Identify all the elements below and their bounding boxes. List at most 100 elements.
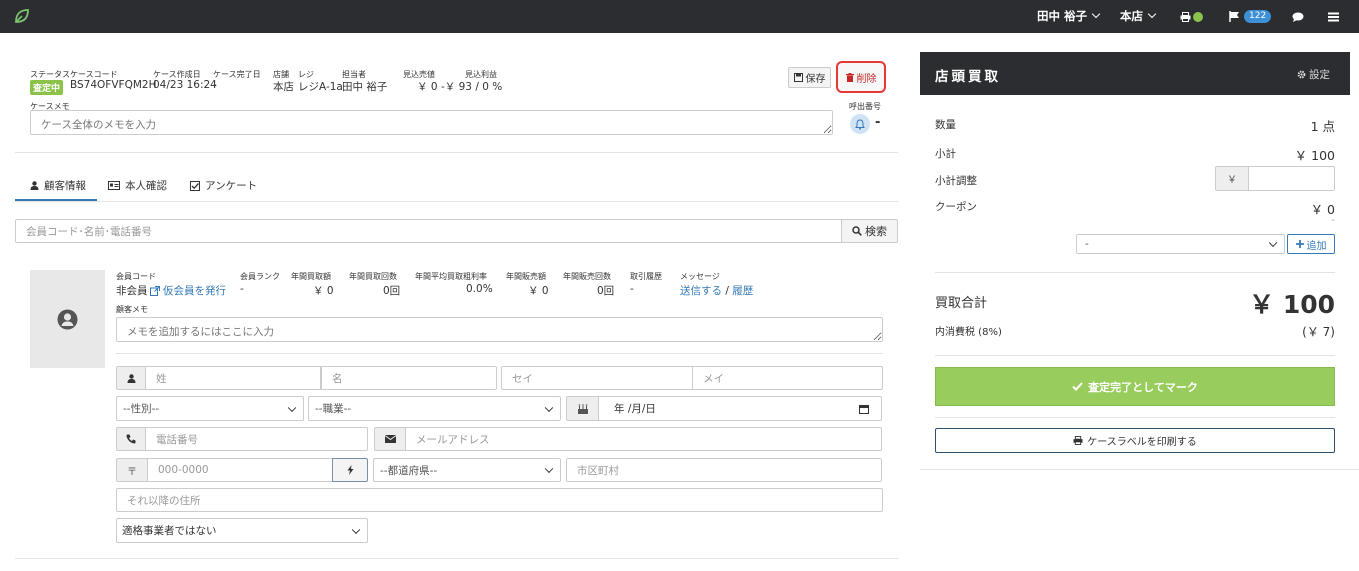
leaf-logo-icon[interactable] [13, 7, 31, 25]
avg-margin-value: 0.0% [466, 283, 493, 295]
job-select[interactable]: --職業-- [308, 396, 561, 421]
case-code-value: BS74OFVFQM2H [70, 79, 157, 91]
delete-button[interactable]: 削除 [836, 61, 886, 93]
annual-sales-count-value: 0回 [597, 285, 615, 297]
chevron-down-icon [1147, 9, 1157, 19]
rank-value: - [240, 283, 244, 295]
printer-icon [1180, 11, 1191, 22]
first-name-input[interactable]: 名 [321, 366, 497, 390]
mark-complete-button[interactable]: 査定完了としてマーク [935, 367, 1335, 406]
member-code-value: 非会員 [116, 285, 148, 297]
tab-divider [15, 201, 898, 202]
call-bell-button[interactable] [850, 114, 870, 134]
trash-icon [845, 72, 854, 82]
print-label-button[interactable]: ケースラベルを印刷する [935, 428, 1335, 453]
coupon-select-value: - [1085, 238, 1089, 250]
gender-value: --性別-- [123, 403, 160, 415]
tax-label: 内消費税 (8%) [935, 327, 1002, 338]
store-menu[interactable]: 本店 [1120, 0, 1157, 33]
gender-select[interactable]: --性別-- [116, 396, 304, 421]
store-name: 本店 [1120, 9, 1143, 23]
first-kana-input[interactable]: メイ [692, 366, 883, 390]
printer-status[interactable] [1180, 0, 1203, 33]
issue-temp-member-link[interactable]: 仮会員を発行 [150, 283, 226, 298]
purchase-panel-body [920, 95, 1359, 470]
last-name-input[interactable]: 姓 [145, 366, 321, 390]
message-history-link[interactable]: 履歴 [732, 285, 753, 297]
tab-customer-info[interactable]: 顧客情報 [30, 178, 86, 193]
call-number-value: - [875, 115, 881, 130]
first-name-placeholder: 名 [332, 372, 343, 385]
top-navbar: 田中 裕子 本店 122 [0, 0, 1359, 33]
settings-button[interactable]: 設定 [1297, 67, 1330, 82]
rank-label: 会員ランク [240, 272, 280, 281]
purchase-panel-header: 店頭買取 設定 [920, 52, 1350, 95]
search-button-label: 検索 [865, 225, 887, 238]
divider [935, 355, 1335, 356]
email-input[interactable]: メールアドレス [405, 427, 882, 451]
city-placeholder: 市区町村 [577, 464, 619, 477]
first-kana-placeholder: メイ [703, 372, 724, 385]
chevron-down-icon [544, 403, 554, 412]
tab-label: 本人確認 [125, 180, 167, 192]
birthday-placeholder: 年 /月/日 [614, 403, 656, 415]
qty-label: 数量 [935, 119, 956, 131]
coupon-select[interactable]: - [1076, 234, 1285, 254]
tab-survey[interactable]: アンケート [190, 178, 257, 193]
chevron-down-icon [287, 403, 297, 412]
avatar[interactable] [30, 270, 105, 368]
delete-label: 削除 [856, 73, 877, 85]
calendar-icon [859, 405, 869, 414]
notifications[interactable]: 122 [1229, 0, 1272, 33]
search-icon [852, 226, 862, 236]
phone-input[interactable]: 電話番号 [145, 427, 368, 451]
search-placeholder: 会員コード･名前･電話番号 [26, 225, 152, 238]
address-placeholder: それ以降の住所 [127, 494, 201, 507]
user-menu[interactable]: 田中 裕子 [1037, 0, 1101, 33]
name-addon [116, 366, 146, 390]
city-input[interactable]: 市区町村 [566, 458, 882, 482]
save-button[interactable]: 保存 [788, 67, 831, 88]
address-input[interactable]: それ以降の住所 [116, 488, 883, 512]
notification-badge: 122 [1244, 10, 1272, 23]
printer-icon [1073, 436, 1083, 445]
customer-search-input[interactable]: 会員コード･名前･電話番号 [15, 219, 843, 243]
id-card-icon [108, 181, 120, 190]
annual-count-value: 0回 [383, 285, 401, 297]
case-memo-input[interactable] [30, 110, 833, 135]
subtotal-adjust-input[interactable] [1248, 166, 1335, 191]
tab-identity-check[interactable]: 本人確認 [108, 178, 167, 193]
customer-memo-label: 顧客メモ [116, 305, 148, 314]
plus-icon [1295, 240, 1304, 248]
zip-input[interactable]: 000-0000 [147, 458, 333, 482]
prefecture-select[interactable]: --都道府県-- [373, 458, 561, 482]
divider [15, 152, 898, 153]
zip-lookup-button[interactable] [332, 458, 368, 482]
job-value: --職業-- [315, 403, 352, 415]
zip-placeholder: 000-0000 [158, 464, 209, 476]
qualified-invoice-value: 適格事業者ではない [122, 525, 217, 537]
send-message-link[interactable]: 送信する [680, 285, 722, 297]
envelope-icon [384, 435, 396, 443]
est-sales-value: ￥ 0 [417, 81, 438, 93]
last-kana-input[interactable]: セイ [501, 366, 693, 390]
annual-count-label: 年間買取回数 [349, 272, 397, 281]
chat-button[interactable] [1292, 0, 1304, 33]
hamburger-menu[interactable] [1328, 0, 1339, 33]
birthday-input[interactable]: 年 /月/日 [598, 396, 882, 421]
customer-memo-input[interactable] [116, 317, 883, 342]
chevron-down-icon [351, 525, 361, 534]
user-icon [30, 181, 39, 190]
total-label: 買取合計 [935, 296, 988, 311]
search-button[interactable]: 検索 [841, 219, 898, 243]
gear-icon [1297, 70, 1306, 79]
prefecture-value: --都道府県-- [380, 464, 438, 477]
external-link-icon [150, 285, 160, 296]
qualified-invoice-select[interactable]: 適格事業者ではない [116, 518, 368, 543]
add-coupon-button[interactable]: 追加 [1287, 234, 1335, 254]
deal-history-label: 取引履歴 [630, 272, 662, 281]
chevron-down-icon [544, 464, 554, 474]
member-code-label: 会員コード [116, 272, 156, 281]
created-value: 04/23 16:24 [153, 79, 217, 91]
menu-icon [1328, 12, 1339, 21]
